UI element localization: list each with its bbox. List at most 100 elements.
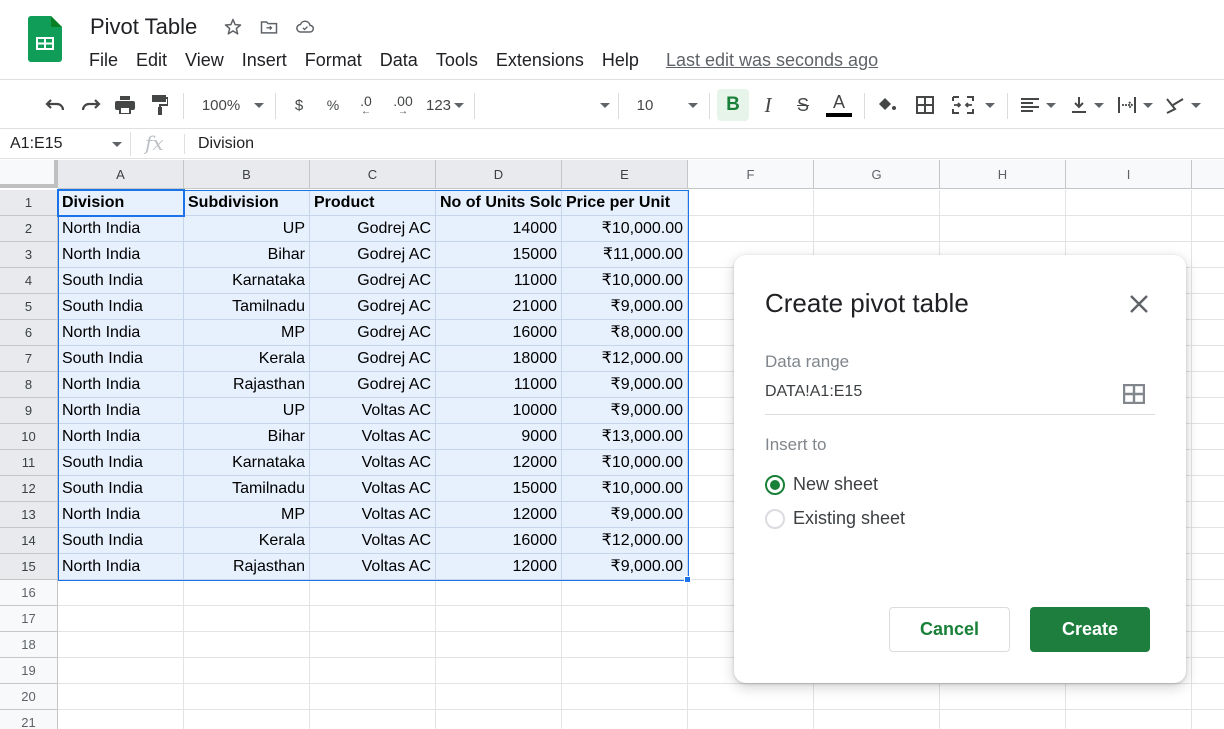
data-cell[interactable]: ₹8,000.00 [562,320,688,346]
star-icon[interactable] [222,16,244,38]
radio-button-unselected[interactable] [765,508,785,529]
print-icon[interactable] [113,93,137,117]
data-cell[interactable]: 12000 [436,502,562,528]
empty-cell[interactable] [814,710,940,729]
menu-edit[interactable]: Edit [136,50,167,71]
empty-cell[interactable] [1192,424,1224,450]
create-button[interactable]: Create [1030,607,1150,652]
empty-cell[interactable] [310,710,436,729]
menu-view[interactable]: View [185,50,224,71]
menu-format[interactable]: Format [305,50,362,71]
data-cell[interactable]: Godrej AC [310,320,436,346]
data-cell[interactable]: North India [58,554,184,580]
cancel-button[interactable]: Cancel [889,607,1010,652]
empty-cell[interactable] [1192,554,1224,580]
data-cell[interactable]: 12000 [436,450,562,476]
empty-cell[interactable] [1192,372,1224,398]
data-cell[interactable]: Voltas AC [310,528,436,554]
row-header-3[interactable]: 3 [0,242,58,268]
fill-handle[interactable] [684,576,691,583]
data-cell[interactable]: 15000 [436,242,562,268]
menu-data[interactable]: Data [380,50,418,71]
data-cell[interactable]: North India [58,424,184,450]
empty-cell[interactable] [310,580,436,606]
data-cell[interactable]: Bihar [184,242,310,268]
data-cell[interactable]: Rajasthan [184,372,310,398]
row-header-1[interactable]: 1 [0,190,58,216]
empty-cell[interactable] [310,658,436,684]
column-header-i[interactable]: I [1066,160,1192,189]
empty-cell[interactable] [814,190,940,216]
empty-cell[interactable] [58,658,184,684]
data-cell[interactable]: ₹9,000.00 [562,372,688,398]
empty-cell[interactable] [562,710,688,729]
row-header-8[interactable]: 8 [0,372,58,398]
row-header-6[interactable]: 6 [0,320,58,346]
data-cell[interactable]: Tamilnadu [184,294,310,320]
undo-icon[interactable] [43,93,67,117]
data-cell[interactable]: 11000 [436,372,562,398]
last-edit-link[interactable]: Last edit was seconds ago [666,50,878,71]
italic-button[interactable]: I [757,93,779,117]
menu-tools[interactable]: Tools [436,50,478,71]
empty-cell[interactable] [1192,242,1224,268]
column-header-e[interactable]: E [562,160,688,189]
move-to-folder-icon[interactable] [258,16,280,38]
empty-cell[interactable] [562,658,688,684]
text-rotation-button[interactable] [1163,93,1203,117]
empty-cell[interactable] [940,216,1066,242]
empty-cell[interactable] [310,684,436,710]
text-color-button[interactable]: A [826,93,852,117]
data-cell[interactable]: Godrej AC [310,268,436,294]
empty-cell[interactable] [58,632,184,658]
empty-cell[interactable] [436,580,562,606]
data-cell[interactable]: ₹9,000.00 [562,294,688,320]
empty-cell[interactable] [436,684,562,710]
data-cell[interactable]: North India [58,242,184,268]
empty-cell[interactable] [184,710,310,729]
data-cell[interactable]: South India [58,346,184,372]
redo-icon[interactable] [79,93,103,117]
row-header-20[interactable]: 20 [0,684,58,710]
header-cell[interactable]: No of Units Sold [436,190,562,216]
empty-cell[interactable] [940,710,1066,729]
data-cell[interactable]: Tamilnadu [184,476,310,502]
row-header-13[interactable]: 13 [0,502,58,528]
data-cell[interactable]: Kerala [184,528,310,554]
header-cell[interactable]: Division [58,190,184,216]
data-cell[interactable]: Godrej AC [310,294,436,320]
data-cell[interactable]: 10000 [436,398,562,424]
empty-cell[interactable] [1066,216,1192,242]
empty-cell[interactable] [1192,476,1224,502]
fill-color-icon[interactable] [876,93,898,117]
empty-cell[interactable] [688,216,814,242]
data-cell[interactable]: Godrej AC [310,372,436,398]
data-cell[interactable]: South India [58,476,184,502]
data-cell[interactable]: ₹9,000.00 [562,554,688,580]
data-cell[interactable]: North India [58,216,184,242]
empty-cell[interactable] [1192,190,1224,216]
data-cell[interactable]: Godrej AC [310,242,436,268]
data-cell[interactable]: Karnataka [184,268,310,294]
row-header-10[interactable]: 10 [0,424,58,450]
data-cell[interactable]: 16000 [436,320,562,346]
data-cell[interactable]: 9000 [436,424,562,450]
select-all-corner[interactable] [0,160,58,188]
menu-file[interactable]: File [89,50,118,71]
data-cell[interactable]: 14000 [436,216,562,242]
row-header-12[interactable]: 12 [0,476,58,502]
empty-cell[interactable] [58,684,184,710]
row-header-17[interactable]: 17 [0,606,58,632]
data-cell[interactable]: Voltas AC [310,476,436,502]
data-range-input[interactable]: DATA!A1:E15 [765,383,862,401]
empty-cell[interactable] [184,606,310,632]
data-cell[interactable]: North India [58,320,184,346]
data-cell[interactable]: Voltas AC [310,502,436,528]
data-cell[interactable]: 12000 [436,554,562,580]
data-cell[interactable]: 15000 [436,476,562,502]
column-header-c[interactable]: C [310,160,436,189]
data-cell[interactable]: ₹10,000.00 [562,450,688,476]
column-header-d[interactable]: D [436,160,562,189]
empty-cell[interactable] [1192,632,1224,658]
empty-cell[interactable] [688,684,814,710]
